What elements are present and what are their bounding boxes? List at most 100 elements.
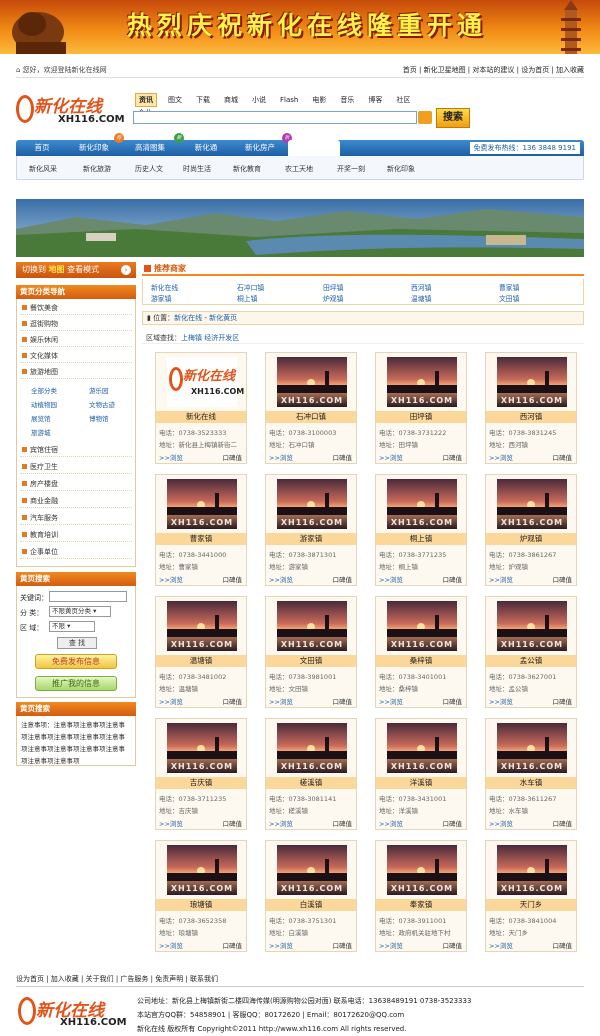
business-card[interactable]: XH116.COM 天门乡 电话：0738-3841004 地址：天门乡 >>浏览 口碑值: [485, 840, 577, 952]
nav-impression[interactable]: 新化印象荐: [68, 133, 124, 156]
business-card[interactable]: XH116.COM 温塘镇 电话：0738-3481002 地址：温塘镇 >>浏览 口碑值: [155, 596, 247, 708]
subnav-item[interactable]: 新化风采: [29, 164, 57, 174]
reputation-link[interactable]: 口碑值: [223, 696, 243, 706]
business-photo[interactable]: XH116.COM: [497, 357, 567, 407]
subcategory-item[interactable]: 游乐园: [89, 385, 109, 395]
reputation-link[interactable]: 口碑值: [333, 696, 353, 706]
business-name[interactable]: 桐上镇: [376, 533, 466, 545]
business-photo[interactable]: XH116.COM: [387, 601, 457, 651]
business-card[interactable]: XH116.COM 吉庆镇 电话：0738-3711235 地址：吉庆镇 >>浏览 口碑值: [155, 718, 247, 830]
category-item[interactable]: 餐饮美食: [20, 301, 132, 315]
search-button[interactable]: 搜索: [436, 108, 470, 128]
browse-link[interactable]: >>浏览: [269, 818, 293, 828]
browse-link[interactable]: >>浏览: [269, 696, 293, 706]
reputation-link[interactable]: 口碑值: [333, 574, 353, 584]
browse-link[interactable]: >>浏览: [269, 574, 293, 584]
business-card[interactable]: XH116.COM 游家镇 电话：0738-3871301 地址：游家镇 >>浏览 口碑值: [265, 474, 357, 586]
business-card[interactable]: XH116.COM 孟公镇 电话：0738-3627001 地址：孟公镇 >>浏览 口碑值: [485, 596, 577, 708]
nav-gallery[interactable]: 高清图集新: [120, 133, 184, 156]
business-name[interactable]: 炉观镇: [486, 533, 576, 545]
business-card[interactable]: XH116.COM 西河镇 电话：0738-3831245 地址：西河镇 >>浏览 口碑值: [485, 352, 577, 464]
search-input[interactable]: [133, 111, 417, 124]
browse-link[interactable]: >>浏览: [159, 696, 183, 706]
reputation-link[interactable]: 口碑值: [443, 574, 463, 584]
business-photo[interactable]: XH116.COM: [167, 601, 237, 651]
reputation-link[interactable]: 口碑值: [333, 452, 353, 462]
reputation-link[interactable]: 口碑值: [223, 818, 243, 828]
category-item[interactable]: 教育培训: [20, 528, 132, 542]
browse-link[interactable]: >>浏览: [269, 452, 293, 462]
browse-link[interactable]: >>浏览: [489, 696, 513, 706]
business-card[interactable]: 新化在线 XH116.COM 新化在线 电话：0738-3523333 地址：新化县上梅…: [155, 352, 247, 464]
recommend-item[interactable]: 石冲口镇: [237, 282, 264, 292]
reputation-link[interactable]: 口碑值: [443, 696, 463, 706]
subnav-item[interactable]: 新化印象: [387, 164, 415, 174]
business-card[interactable]: XH116.COM 桑梓镇 电话：0738-3401001 地址：桑梓镇 >>浏览 口碑值: [375, 596, 467, 708]
category-item[interactable]: 逛街购物: [20, 317, 132, 331]
business-name[interactable]: 石冲口镇: [266, 411, 356, 423]
business-photo[interactable]: XH116.COM: [387, 357, 457, 407]
reputation-link[interactable]: 口碑值: [333, 818, 353, 828]
nav-tong[interactable]: 新化通: [180, 140, 232, 156]
search-tab[interactable]: 商城: [221, 94, 241, 106]
browse-link[interactable]: >>浏览: [379, 818, 403, 828]
business-name[interactable]: 游家镇: [266, 533, 356, 545]
recommend-item[interactable]: 西河镇: [411, 282, 431, 292]
business-name[interactable]: 新化在线: [156, 411, 246, 423]
reputation-link[interactable]: 口碑值: [223, 452, 243, 462]
recommend-item[interactable]: 田坪镇: [323, 282, 343, 292]
business-card[interactable]: XH116.COM 石冲口镇 电话：0738-3100003 地址：石冲口镇 >>浏览口…: [265, 352, 357, 464]
subcategory-item[interactable]: 展览馆: [31, 413, 51, 423]
business-photo[interactable]: XH116.COM: [167, 845, 237, 895]
recommend-item[interactable]: 曹家镇: [499, 282, 519, 292]
category-item[interactable]: 汽车服务: [20, 511, 132, 525]
subcategory-item[interactable]: 博物馆: [89, 413, 109, 423]
find-button[interactable]: 查 找: [57, 637, 97, 649]
search-tab[interactable]: 博客: [365, 94, 385, 106]
search-tab[interactable]: 电影: [309, 94, 329, 106]
browse-link[interactable]: >>浏览: [489, 940, 513, 950]
category-select[interactable]: 不限黄页分类 ▾: [49, 606, 111, 617]
reputation-link[interactable]: 口碑值: [223, 940, 243, 950]
area-link[interactable]: 经济开发区: [204, 334, 239, 342]
business-card[interactable]: XH116.COM 槎溪镇 电话：0738-3081141 地址：槎溪镇 >>浏览 口碑值: [265, 718, 357, 830]
business-card[interactable]: XH116.COM 炉观镇 电话：0738-3861267 地址：炉观镇 >>浏览 口碑值: [485, 474, 577, 586]
reputation-link[interactable]: 口碑值: [553, 818, 573, 828]
business-card[interactable]: XH116.COM 水车镇 电话：0738-3611267 地址：水车镇 >>浏览 口碑值: [485, 718, 577, 830]
reputation-link[interactable]: 口碑值: [223, 574, 243, 584]
business-card[interactable]: XH116.COM 桐上镇 电话：0738-3771235 地址：桐上镇 >>浏览 口碑值: [375, 474, 467, 586]
breadcrumb-link-yp[interactable]: 新化黄页: [209, 314, 237, 322]
browse-link[interactable]: >>浏览: [379, 696, 403, 706]
browse-link[interactable]: >>浏览: [159, 940, 183, 950]
footer-links[interactable]: 设为首页 | 加入收藏 | 关于我们 | 广告服务 | 免责声明 | 联系我们: [16, 973, 584, 987]
business-photo[interactable]: XH116.COM: [277, 357, 347, 407]
browse-link[interactable]: >>浏览: [489, 452, 513, 462]
business-photo[interactable]: XH116.COM: [387, 479, 457, 529]
business-photo[interactable]: XH116.COM: [277, 845, 347, 895]
business-photo[interactable]: XH116.COM: [167, 723, 237, 773]
business-card[interactable]: XH116.COM 田坪镇 电话：0738-3731222 地址：田坪镇 >>浏览 口碑值: [375, 352, 467, 464]
business-name[interactable]: 水车镇: [486, 777, 576, 789]
business-name[interactable]: 温塘镇: [156, 655, 246, 667]
subcategory-item[interactable]: 全部分类: [31, 385, 57, 395]
business-photo[interactable]: XH116.COM: [387, 845, 457, 895]
category-item[interactable]: 旅游地图: [20, 365, 132, 379]
category-item[interactable]: 医疗卫生: [20, 460, 132, 474]
search-tab[interactable]: 小说: [249, 94, 269, 106]
promote-button[interactable]: 推广我的信息: [35, 676, 117, 691]
business-logo-image[interactable]: 新化在线 XH116.COM: [167, 357, 244, 407]
browse-link[interactable]: >>浏览: [489, 574, 513, 584]
subnav-item[interactable]: 历史人文: [135, 164, 163, 174]
business-name[interactable]: 洋溪镇: [376, 777, 466, 789]
business-card[interactable]: XH116.COM 白溪镇 电话：0738-3751301 地址：白溪镇 >>浏览 口碑值: [265, 840, 357, 952]
subnav-item[interactable]: 新化旅游: [83, 164, 111, 174]
subnav-item[interactable]: 农工天地: [285, 164, 313, 174]
search-tab[interactable]: 音乐: [337, 94, 357, 106]
subnav-item[interactable]: 开奖一刻: [337, 164, 365, 174]
category-item[interactable]: 商业金融: [20, 494, 132, 508]
business-name[interactable]: 孟公镇: [486, 655, 576, 667]
recommend-item[interactable]: 文田镇: [499, 293, 519, 303]
switch-map-mode[interactable]: 切换到 地图 查看模式 ›: [16, 262, 136, 278]
nav-yellowpages[interactable]: 新化黄页: [288, 140, 340, 156]
category-item[interactable]: 房产楼盘: [20, 477, 132, 491]
